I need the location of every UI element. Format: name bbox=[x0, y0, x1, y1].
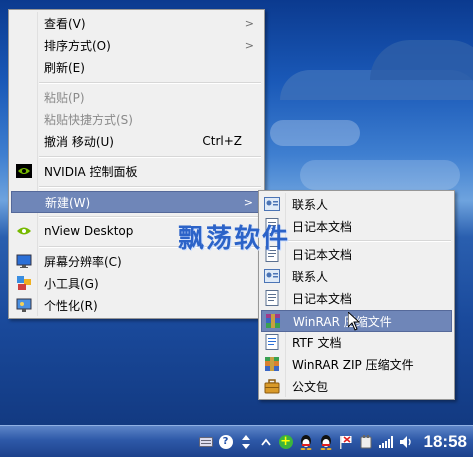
chevron-right-icon: > bbox=[244, 16, 254, 30]
menu-separator bbox=[287, 240, 451, 242]
volume-icon[interactable] bbox=[399, 435, 413, 449]
taskbar-clock[interactable]: 18:58 bbox=[424, 432, 467, 452]
rtf-doc-icon bbox=[264, 334, 280, 350]
cloud-shape bbox=[300, 160, 460, 190]
qq-icon[interactable] bbox=[319, 434, 333, 450]
menu-item-label: 日记本文档 bbox=[292, 291, 353, 306]
menu-item-label: 粘贴(P) bbox=[44, 90, 85, 105]
menu-item-paste[interactable]: 粘贴(P) bbox=[11, 87, 262, 107]
show-hidden-icon[interactable] bbox=[259, 435, 273, 449]
journal-icon bbox=[264, 290, 280, 306]
menu-item-label: 公文包 bbox=[292, 379, 329, 394]
watermark-text: 飘荡软件 bbox=[178, 224, 291, 254]
gadgets-icon bbox=[16, 275, 32, 291]
menu-separator bbox=[39, 156, 261, 158]
submenu-item-rtf-document[interactable]: RTF 文档 bbox=[261, 332, 452, 352]
menu-item-nvidia-control-panel[interactable]: NVIDIA 控制面板 bbox=[11, 161, 262, 181]
winrar-icon bbox=[265, 313, 281, 329]
chevron-right-icon: > bbox=[243, 195, 253, 209]
menu-item-paste-shortcut[interactable]: 粘贴快捷方式(S) bbox=[11, 109, 262, 129]
menu-item-label: 刷新(E) bbox=[44, 60, 85, 75]
menu-item-label: 撤消 移动(U) bbox=[44, 134, 114, 149]
menu-item-label: NVIDIA 控制面板 bbox=[44, 164, 138, 179]
mouse-cursor-icon bbox=[347, 310, 361, 334]
menu-item-gadgets[interactable]: 小工具(G) bbox=[11, 273, 262, 293]
briefcase-icon bbox=[264, 378, 280, 394]
system-tray: ? + 18:58 bbox=[196, 426, 473, 457]
taskbar: ? + 18:58 bbox=[0, 425, 473, 457]
desktop-context-menu: 查看(V) > 排序方式(O) > 刷新(E) 粘贴(P) 粘贴快捷方式(S) … bbox=[8, 9, 265, 319]
menu-item-label: 排序方式(O) bbox=[44, 38, 111, 53]
menu-item-undo-move[interactable]: 撤消 移动(U) Ctrl+Z bbox=[11, 131, 262, 151]
menu-item-label: 联系人 bbox=[292, 269, 329, 284]
flag-icon[interactable] bbox=[339, 435, 353, 449]
menu-item-label: 屏幕分辨率(C) bbox=[44, 254, 122, 269]
cloud-shape bbox=[270, 120, 360, 146]
menu-item-view[interactable]: 查看(V) > bbox=[11, 13, 262, 33]
menu-item-label: 日记本文档 bbox=[292, 247, 353, 262]
winrar-zip-icon bbox=[264, 356, 280, 372]
submenu-item-journal[interactable]: 日记本文档 bbox=[261, 288, 452, 308]
submenu-item-contact[interactable]: 联系人 bbox=[261, 194, 452, 214]
menu-item-sort-by[interactable]: 排序方式(O) > bbox=[11, 35, 262, 55]
add-icon[interactable]: + bbox=[278, 434, 293, 449]
nvidia-icon bbox=[16, 163, 32, 179]
menu-item-label: WinRAR ZIP 压缩文件 bbox=[292, 357, 414, 372]
menu-item-label: 新建(W) bbox=[45, 195, 91, 210]
menu-item-shortcut: Ctrl+Z bbox=[202, 134, 242, 148]
menu-item-label: 个性化(R) bbox=[44, 298, 98, 313]
network-updown-icon[interactable] bbox=[239, 434, 253, 449]
menu-item-label: 查看(V) bbox=[44, 16, 86, 31]
submenu-item-briefcase[interactable]: 公文包 bbox=[261, 376, 452, 396]
submenu-item-contact[interactable]: 联系人 bbox=[261, 266, 452, 286]
monitor-icon bbox=[16, 253, 32, 269]
menu-item-personalize[interactable]: 个性化(R) bbox=[11, 295, 262, 315]
chevron-right-icon: > bbox=[244, 38, 254, 52]
menu-separator bbox=[39, 82, 261, 84]
contact-icon bbox=[264, 196, 280, 212]
submenu-item-winrar-zip[interactable]: WinRAR ZIP 压缩文件 bbox=[261, 354, 452, 374]
menu-item-label: RTF 文档 bbox=[292, 335, 342, 350]
nview-icon bbox=[16, 223, 32, 239]
menu-item-refresh[interactable]: 刷新(E) bbox=[11, 57, 262, 77]
menu-item-label: 小工具(G) bbox=[44, 276, 99, 291]
personalize-icon bbox=[16, 297, 32, 313]
menu-item-label: 联系人 bbox=[292, 197, 329, 212]
menu-item-label: 日记本文档 bbox=[292, 219, 353, 234]
mountain-shape bbox=[370, 40, 473, 80]
menu-item-label: WinRAR 压缩文件 bbox=[293, 314, 392, 329]
menu-item-new[interactable]: 新建(W) > bbox=[11, 191, 262, 213]
signal-icon[interactable] bbox=[378, 435, 393, 449]
menu-item-label: nView Desktop bbox=[44, 224, 134, 238]
device-icon[interactable] bbox=[359, 434, 373, 449]
keyboard-icon[interactable] bbox=[198, 435, 213, 449]
menu-item-label: 粘贴快捷方式(S) bbox=[44, 112, 133, 127]
help-icon[interactable]: ? bbox=[218, 434, 233, 449]
contact-icon bbox=[264, 268, 280, 284]
qq-icon[interactable] bbox=[299, 434, 313, 450]
menu-separator bbox=[39, 186, 261, 188]
